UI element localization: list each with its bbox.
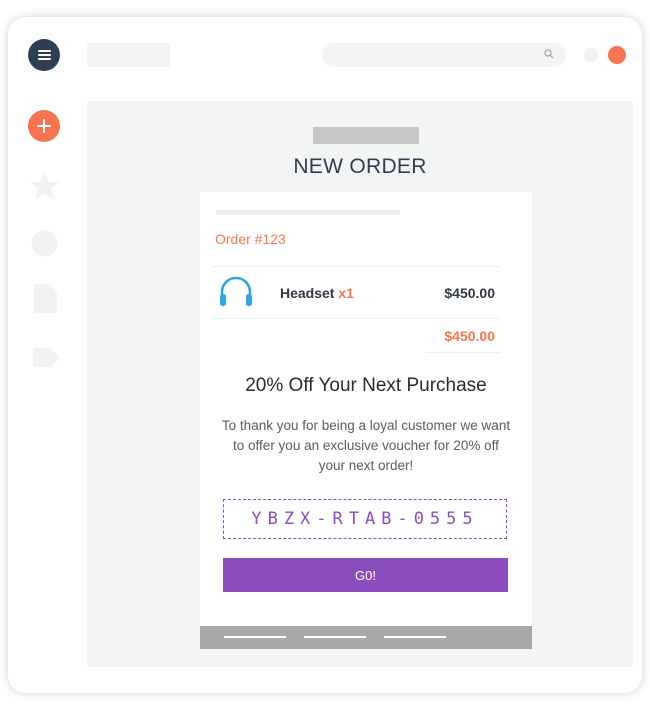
item-name-label: Headset bbox=[280, 285, 335, 301]
hamburger-menu-icon bbox=[37, 50, 51, 60]
divider bbox=[426, 352, 500, 353]
footer-link[interactable] bbox=[384, 636, 446, 638]
document-icon[interactable] bbox=[34, 284, 57, 313]
circle-icon[interactable] bbox=[31, 230, 58, 257]
header-title-placeholder bbox=[87, 43, 170, 67]
go-button[interactable]: G0! bbox=[223, 558, 508, 592]
divider bbox=[212, 318, 500, 319]
divider bbox=[212, 266, 500, 267]
voucher-code[interactable]: YBZX-RTAB-0555 bbox=[223, 499, 507, 539]
order-total: $450.00 bbox=[444, 328, 495, 344]
item-price: $450.00 bbox=[444, 285, 495, 301]
page-title: NEW ORDER bbox=[293, 155, 427, 178]
menu-button[interactable] bbox=[28, 39, 60, 71]
item-name: Headset x1 bbox=[280, 285, 354, 301]
footer-link[interactable] bbox=[224, 636, 286, 638]
window-control-minimize[interactable] bbox=[584, 48, 598, 62]
search-icon bbox=[544, 49, 554, 59]
add-button[interactable] bbox=[28, 110, 60, 142]
email-card: Order #123 Headset x1 $450.00 $450.00 20… bbox=[200, 192, 532, 626]
card-footer bbox=[200, 626, 532, 649]
item-quantity: x1 bbox=[338, 285, 354, 301]
tag-icon[interactable] bbox=[33, 348, 60, 367]
star-icon[interactable] bbox=[28, 170, 61, 202]
card-header-placeholder bbox=[216, 210, 400, 215]
window-control-close[interactable] bbox=[608, 46, 626, 64]
add-icon bbox=[37, 119, 51, 133]
order-number: Order #123 bbox=[215, 231, 286, 247]
promo-text: To thank you for being a loyal customer … bbox=[221, 418, 511, 473]
search-input[interactable] bbox=[322, 43, 566, 67]
footer-link[interactable] bbox=[304, 636, 366, 638]
main-content: NEW ORDER Order #123 Headset x1 $450.00 … bbox=[87, 101, 633, 667]
promo-title: 20% Off Your Next Purchase bbox=[245, 375, 487, 396]
headset-icon bbox=[220, 276, 252, 306]
title-placeholder bbox=[313, 127, 419, 144]
